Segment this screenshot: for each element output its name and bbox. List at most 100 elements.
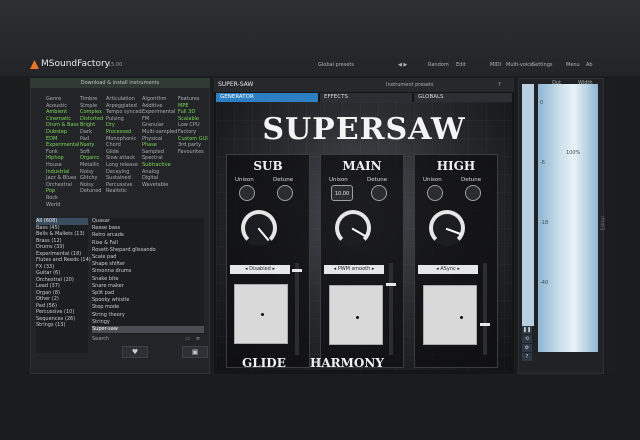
tab-generator[interactable]: GENERATOR	[216, 93, 318, 102]
unison-value-field[interactable]: 10.00	[331, 185, 353, 201]
algorithm-item[interactable]: Physical	[142, 136, 177, 143]
features-item[interactable]: Scalable	[178, 116, 208, 123]
timbre-item[interactable]: Bright	[80, 122, 103, 129]
edit-button[interactable]: Edit	[456, 62, 466, 68]
high-level-knob[interactable]	[429, 210, 465, 246]
preset-item[interactable]: Split pad	[92, 290, 204, 297]
timbre-item[interactable]: Detuned	[80, 188, 103, 195]
genre-item[interactable]: Funk	[46, 149, 79, 156]
preset-item[interactable]: Snare maker	[92, 283, 204, 290]
timbre-item[interactable]: Simple	[80, 103, 103, 110]
tab-effects[interactable]: EFFECTS	[320, 93, 412, 102]
timbre-item[interactable]: Complex	[80, 109, 103, 116]
detune-knob[interactable]	[465, 185, 481, 201]
features-item[interactable]: Full 3D	[178, 109, 208, 116]
global-presets-label[interactable]: Global presets	[318, 62, 354, 68]
pause-icon[interactable]: ❚❚	[522, 326, 532, 334]
articulation-item[interactable]: Realistic	[106, 188, 142, 195]
midi-button[interactable]: MIDI	[490, 62, 501, 68]
algorithm-item[interactable]: Granular	[142, 122, 177, 129]
search-label[interactable]: Search	[92, 336, 109, 342]
preset-item[interactable]: String theory	[92, 312, 204, 319]
genre-item[interactable]: Pop	[46, 188, 79, 195]
search-options-icon[interactable]: ▭	[185, 336, 190, 343]
timbre-item[interactable]: Soft	[80, 149, 103, 156]
articulation-item[interactable]: Slow attack	[106, 155, 142, 162]
timbre-item[interactable]: Organic	[80, 155, 103, 162]
sub-fader[interactable]	[292, 263, 302, 355]
ab-button[interactable]: Ab	[586, 62, 593, 68]
genre-item[interactable]: Jazz & Blues	[46, 175, 79, 182]
algorithm-item[interactable]: Multi-sampled	[142, 129, 177, 136]
timbre-item[interactable]: Metallic	[80, 162, 103, 169]
favourite-button[interactable]: ♥	[122, 346, 148, 358]
multi-voice-button[interactable]: Multi-voice	[506, 62, 533, 68]
main-xy-pad[interactable]	[329, 285, 383, 345]
features-item[interactable]: MPE	[178, 103, 208, 110]
algorithm-item[interactable]: Wavetable	[142, 182, 177, 189]
articulation-item[interactable]: Chord	[106, 142, 142, 149]
settings-icon[interactable]: ⚙	[522, 344, 532, 352]
genre-item[interactable]: World	[46, 202, 79, 209]
algorithm-item[interactable]: Subtractive	[142, 162, 177, 169]
articulation-item[interactable]: Glide	[106, 149, 142, 156]
articulation-item[interactable]: Arpeggiated	[106, 103, 142, 110]
sub-mode-select[interactable]: ◂ Disabled ▸	[230, 265, 290, 274]
articulation-item[interactable]: Sustained	[106, 175, 142, 182]
genre-item[interactable]: Experimental	[46, 142, 79, 149]
tab-globals[interactable]: GLOBALS	[414, 93, 512, 102]
genre-item[interactable]: Cinematic	[46, 116, 79, 123]
sub-level-knob[interactable]	[241, 210, 277, 246]
preset-item[interactable]: Retro arcade	[92, 232, 204, 239]
preset-item[interactable]: Spooky whistle	[92, 297, 204, 304]
articulation-item[interactable]: Dry	[106, 122, 142, 129]
features-item[interactable]: Factory	[178, 129, 208, 136]
genre-item[interactable]: Rock	[46, 195, 79, 202]
features-item[interactable]: Low CPU	[178, 122, 208, 129]
search-close-icon[interactable]: ≡	[196, 336, 200, 343]
output-meter[interactable]	[538, 84, 598, 352]
help-icon[interactable]: ?	[522, 353, 532, 361]
genre-item[interactable]: Drum & Bass	[46, 122, 79, 129]
algorithm-item[interactable]: Additive	[142, 103, 177, 110]
preset-item[interactable]: Stringy	[92, 319, 204, 326]
algorithm-item[interactable]: Spectral	[142, 155, 177, 162]
articulation-item[interactable]: Percussive	[106, 182, 142, 189]
prev-next-arrows-icon[interactable]: ◀ ▶	[398, 62, 407, 68]
preset-item[interactable]: Rise & Fall	[92, 240, 204, 247]
algorithm-item[interactable]: Phase	[142, 142, 177, 149]
preset-item[interactable]: Scale pad	[92, 254, 204, 261]
high-xy-pad[interactable]	[423, 285, 477, 345]
random-button[interactable]: Random	[428, 62, 449, 68]
help-icon[interactable]: ?	[498, 82, 501, 89]
genre-item[interactable]: Dubstep	[46, 129, 79, 136]
timbre-item[interactable]: Nasty	[80, 142, 103, 149]
preset-item[interactable]: Shape shifter	[92, 261, 204, 268]
features-item[interactable]: 3rd party	[178, 142, 208, 149]
unison-knob[interactable]	[239, 185, 255, 201]
sub-xy-pad[interactable]	[234, 284, 288, 344]
algorithm-item[interactable]: Experimental	[142, 109, 177, 116]
timbre-item[interactable]: Pad	[80, 136, 103, 143]
genre-item[interactable]: Industrial	[46, 169, 79, 176]
articulation-item[interactable]: Long release	[106, 162, 142, 169]
settings-button[interactable]: Settings	[532, 62, 553, 68]
detune-knob[interactable]	[277, 185, 293, 201]
save-preset-button[interactable]: ▣	[182, 346, 208, 358]
high-fader[interactable]	[480, 263, 490, 355]
articulation-item[interactable]: Pulsing	[106, 116, 142, 123]
features-item[interactable]: Custom GUI	[178, 136, 208, 143]
preset-item-selected[interactable]: Super-saw	[92, 326, 204, 334]
preset-item[interactable]: Quasar	[92, 218, 204, 225]
features-item[interactable]: Favourites	[178, 149, 208, 156]
menu-button[interactable]: Menu	[566, 62, 580, 68]
genre-item[interactable]: Hiphop	[46, 155, 79, 162]
articulation-item[interactable]: Decaying	[106, 169, 142, 176]
loop-icon[interactable]: ⟲	[522, 335, 532, 343]
articulation-item[interactable]: Tempo synced	[106, 109, 142, 116]
genre-item[interactable]: Ambient	[46, 109, 79, 116]
timbre-item[interactable]: Glitchy	[80, 175, 103, 182]
preset-item[interactable]: Simonna drums	[92, 268, 204, 275]
unison-knob[interactable]	[427, 185, 443, 201]
genre-item[interactable]: EDM	[46, 136, 79, 143]
